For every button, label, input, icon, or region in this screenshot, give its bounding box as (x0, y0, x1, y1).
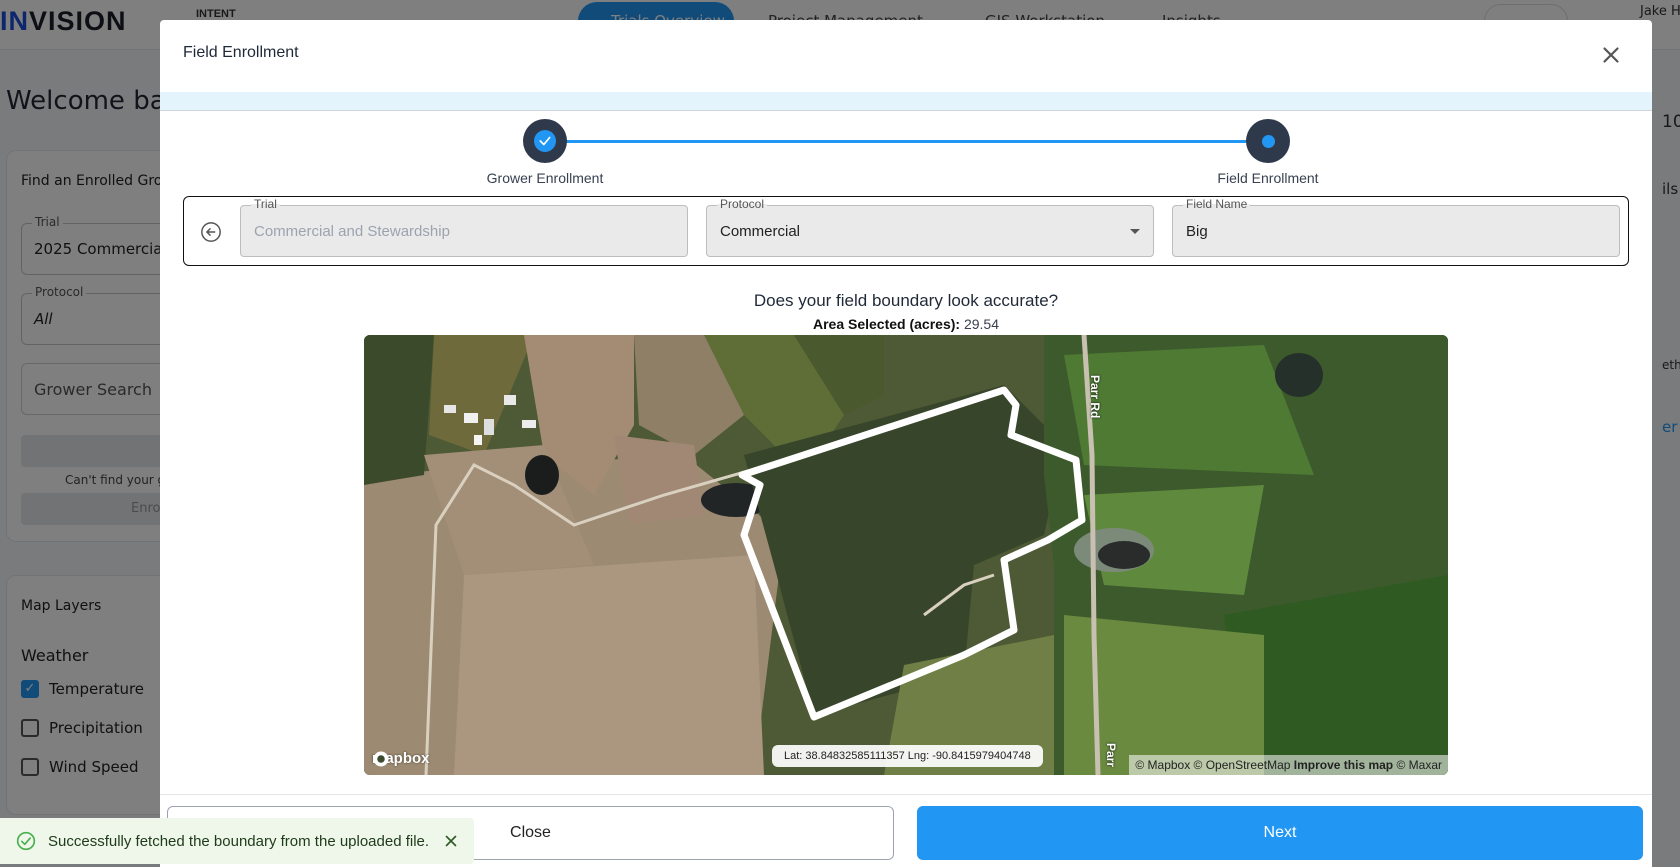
area-value: 29.54 (963, 316, 999, 332)
trial-field: Trial Commercial and Stewardship (240, 197, 688, 257)
toast-close-icon[interactable] (442, 832, 460, 850)
field-form-row: Trial Commercial and Stewardship Protoco… (183, 196, 1629, 266)
area-selected: Area Selected (acres): 29.54 (812, 316, 999, 332)
improve-map-link[interactable]: Improve this map (1294, 758, 1393, 772)
field-name-input[interactable]: Field Name Big (1172, 197, 1620, 257)
boundary-question: Does your field boundary look accurate? (753, 291, 1059, 310)
trial-value: Commercial and Stewardship (254, 223, 450, 240)
road-label: Parr Rd (1088, 375, 1102, 419)
mapbox-icon (373, 751, 389, 767)
close-icon[interactable] (1598, 42, 1624, 68)
toast-message: Successfully fetched the boundary from t… (48, 832, 430, 850)
check-icon (534, 130, 556, 152)
boundary-map[interactable]: Parr Rd Parr mapbox Lat: 38.848325851113… (364, 335, 1448, 775)
field-name-value: Big (1186, 223, 1208, 240)
map-attribution: © Mapbox © OpenStreetMap Improve this ma… (1129, 755, 1448, 775)
step-field-enrollment[interactable] (1246, 119, 1290, 163)
stepper-connector (544, 140, 1269, 143)
road-label-2: Parr (1104, 743, 1118, 768)
step-grower-enrollment[interactable] (523, 119, 567, 163)
modal-scrollbar[interactable] (1652, 20, 1662, 840)
step-label-grower: Grower Enrollment (486, 170, 604, 186)
satellite-imagery (364, 335, 1448, 775)
field-enrollment-dialog: Field Enrollment Grower Enrollment Field… (160, 20, 1652, 867)
next-button[interactable]: Next (917, 806, 1643, 860)
step-label-field: Field Enrollment (1217, 170, 1319, 186)
mapbox-logo[interactable]: mapbox (372, 750, 430, 767)
info-strip (160, 92, 1652, 111)
coordinate-readout: Lat: 38.84832585111357 Lng: -90.84159794… (772, 745, 1043, 767)
success-toast: Successfully fetched the boundary from t… (0, 818, 474, 864)
footer-divider (160, 794, 1652, 795)
active-step-dot-icon (1261, 134, 1275, 148)
success-check-icon (16, 831, 36, 851)
dropdown-arrow-icon[interactable] (1130, 229, 1140, 234)
protocol-select[interactable]: Protocol Commercial (706, 197, 1154, 257)
protocol-value: Commercial (720, 223, 801, 240)
back-arrow-icon[interactable] (200, 221, 222, 243)
dialog-title: Field Enrollment (183, 44, 299, 61)
